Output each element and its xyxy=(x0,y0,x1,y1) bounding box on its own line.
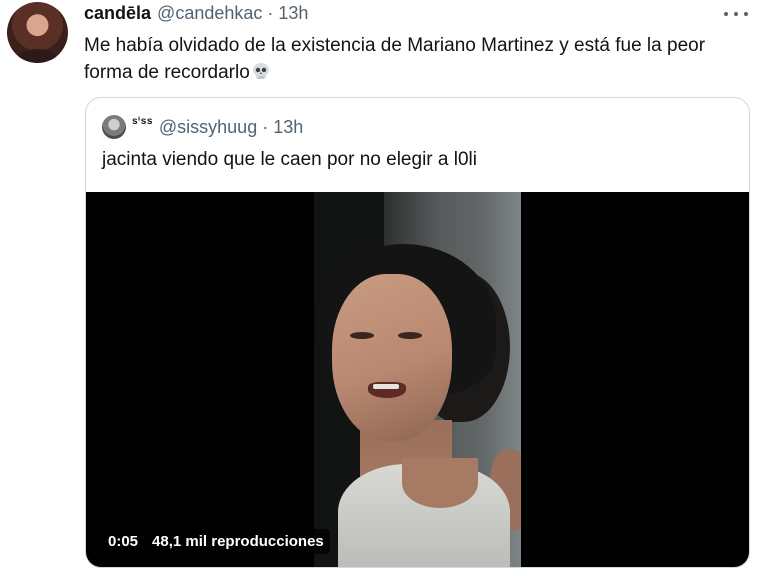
video-meta-overlay: 0:05 48,1 mil reproducciones xyxy=(102,529,330,554)
quoted-separator-dot: · xyxy=(262,116,269,137)
user-handle[interactable]: @candehkac xyxy=(157,3,262,24)
tweet-text-content: Me había olvidado de la existencia de Ma… xyxy=(84,35,706,83)
tweet-text: Me había olvidado de la existencia de Ma… xyxy=(84,32,744,86)
more-options-icon[interactable] xyxy=(724,4,748,24)
display-name[interactable]: candēla xyxy=(84,3,151,24)
video-duration: 0:05 xyxy=(108,533,139,550)
video-view-count: 48,1 mil reproducciones xyxy=(152,533,324,550)
quoted-tweet-text: jacinta viendo que le caen por no elegir… xyxy=(102,149,477,170)
quoted-timestamp[interactable]: 13h xyxy=(273,117,303,138)
separator-dot: · xyxy=(267,3,274,23)
tweet-header: candēla @candehkac · 13h xyxy=(84,3,308,25)
quoted-display-name[interactable]: sⁱss xyxy=(132,116,153,127)
user-avatar[interactable] xyxy=(7,2,68,63)
quoted-tweet-header: sⁱss @sissyhuug · 13h xyxy=(102,115,303,139)
skull-icon xyxy=(251,61,271,79)
quoted-user-avatar[interactable] xyxy=(102,115,126,139)
quoted-tweet-card[interactable]: sⁱss @sissyhuug · 13h jacinta viendo que… xyxy=(85,97,750,568)
quoted-user-handle[interactable]: @sissyhuug xyxy=(159,117,257,138)
timestamp-link[interactable]: 13h xyxy=(278,3,308,24)
video-player[interactable]: 0:05 48,1 mil reproducciones xyxy=(86,192,749,567)
video-frame xyxy=(314,192,521,567)
